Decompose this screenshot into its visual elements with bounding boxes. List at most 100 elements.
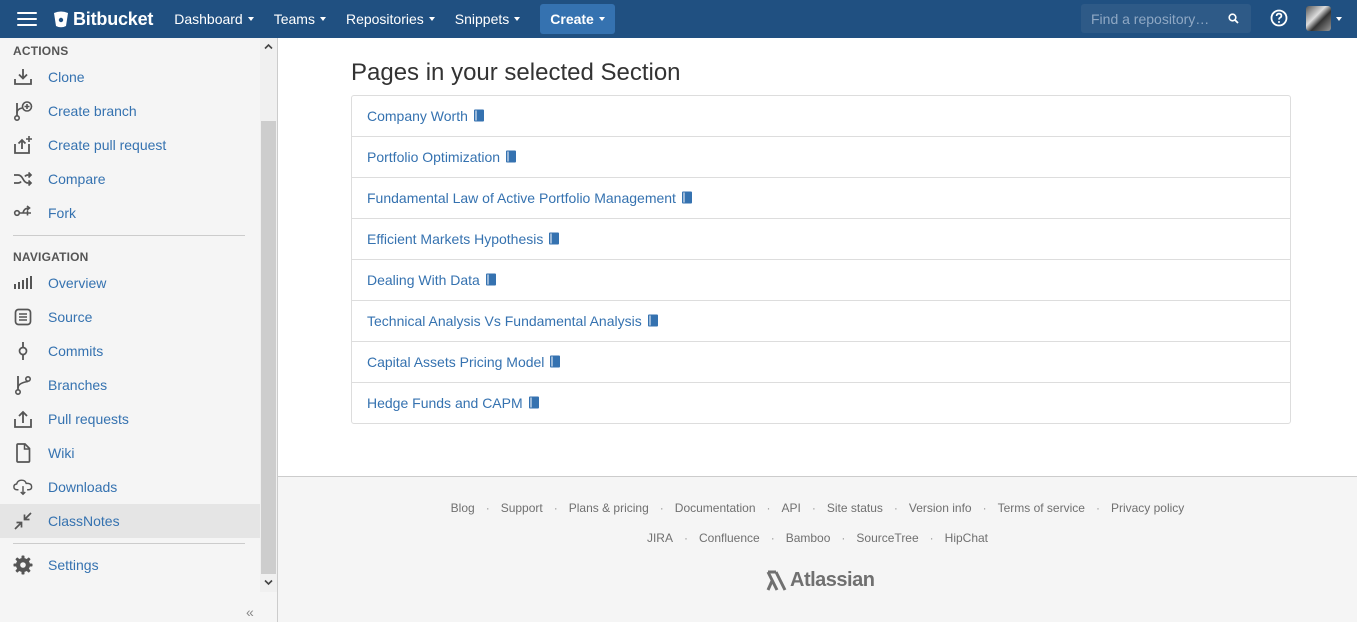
footer-link-version-info[interactable]: Version info	[909, 501, 972, 515]
footer-link-sourcetree[interactable]: SourceTree	[856, 531, 918, 545]
sidebar-item-clone[interactable]: Clone	[0, 60, 260, 94]
gear-icon	[13, 555, 33, 575]
collapse-arrows-icon	[13, 511, 33, 531]
sidebar-item-label: Commits	[48, 343, 104, 359]
pull-request-icon	[13, 409, 33, 429]
footer-separator: ·	[929, 531, 934, 545]
sidebar-item-create-pull-request[interactable]: Create pull request	[0, 128, 260, 162]
atlassian-logo-text: Atlassian	[790, 569, 875, 591]
sidebar-item-classnotes[interactable]: ClassNotes	[0, 504, 260, 538]
footer-links-primary: Blog · Support · Plans & pricing · Document…	[278, 501, 1357, 515]
top-navigation-bar: Bitbucket Dashboard Teams Repositories S…	[0, 0, 1357, 38]
footer-link-hipchat[interactable]: HipChat	[945, 531, 988, 545]
page-link-company-worth[interactable]: Company Worth	[352, 96, 1290, 137]
atlassian-logo[interactable]: Atlassian	[766, 569, 875, 592]
branch-icon	[13, 375, 33, 395]
footer-link-bamboo[interactable]: Bamboo	[786, 531, 831, 545]
avatar	[1306, 6, 1331, 31]
chevron-down-icon	[598, 17, 605, 21]
nav-dashboard-label: Dashboard	[174, 11, 243, 27]
footer-link-blog[interactable]: Blog	[451, 501, 475, 515]
create-button[interactable]: Create	[540, 4, 615, 34]
nav-repositories[interactable]: Repositories	[336, 0, 445, 38]
scroll-down-icon[interactable]	[264, 578, 273, 587]
sidebar-item-label: Branches	[48, 377, 108, 393]
search-input[interactable]	[1091, 10, 1221, 27]
sidebar-item-label: Compare	[48, 171, 106, 187]
sidebar-item-overview[interactable]: Overview	[0, 266, 260, 300]
sidebar-item-label: Create pull request	[48, 137, 167, 153]
footer-link-documentation[interactable]: Documentation	[675, 501, 756, 515]
repository-sidebar: ACTIONS Clone Create branch Create pull …	[0, 38, 278, 622]
sidebar-item-commits[interactable]: Commits	[0, 334, 260, 368]
footer-link-jira[interactable]: JIRA	[647, 531, 673, 545]
chevron-down-icon	[514, 17, 521, 21]
footer-separator: ·	[659, 501, 664, 515]
sidebar-item-downloads[interactable]: Downloads	[0, 470, 260, 504]
footer-link-api[interactable]: API	[782, 501, 801, 515]
sidebar-item-label: Fork	[48, 205, 76, 221]
navigation-heading: NAVIGATION	[13, 250, 89, 264]
page-link-label: Fundamental Law of Active Portfolio Mana…	[367, 190, 676, 206]
page-link-fundamental-law[interactable]: Fundamental Law of Active Portfolio Mana…	[352, 178, 1290, 219]
sidebar-scrollbar[interactable]	[260, 38, 277, 592]
search-icon[interactable]	[1228, 13, 1239, 24]
footer-separator: ·	[683, 531, 688, 545]
sidebar-item-label: Create branch	[48, 103, 137, 119]
create-button-label: Create	[550, 11, 594, 27]
footer-link-support[interactable]: Support	[501, 501, 543, 515]
pull-request-create-icon	[13, 135, 33, 155]
branch-add-icon	[13, 101, 33, 121]
fork-icon	[13, 203, 33, 223]
sidebar-item-settings[interactable]: Settings	[0, 548, 260, 582]
sidebar-item-label: Overview	[48, 275, 107, 291]
sidebar-item-create-branch[interactable]: Create branch	[0, 94, 260, 128]
footer-link-site-status[interactable]: Site status	[827, 501, 883, 515]
sidebar-scroll-area[interactable]: ACTIONS Clone Create branch Create pull …	[0, 38, 260, 592]
footer-separator: ·	[841, 531, 846, 545]
page-link-hedge-funds[interactable]: Hedge Funds and CAPM	[352, 383, 1290, 423]
sidebar-item-wiki[interactable]: Wiki	[0, 436, 260, 470]
page-footer: Blog · Support · Plans & pricing · Document…	[278, 476, 1357, 622]
sidebar-item-compare[interactable]: Compare	[0, 162, 260, 196]
scroll-up-icon[interactable]	[264, 42, 273, 51]
page-title: Pages in your selected Section	[351, 59, 681, 86]
help-icon[interactable]	[1270, 9, 1288, 27]
page-link-capm[interactable]: Capital Assets Pricing Model	[352, 342, 1290, 383]
page-link-technical-analysis[interactable]: Technical Analysis Vs Fundamental Analys…	[352, 301, 1290, 342]
bitbucket-logo[interactable]: Bitbucket	[53, 9, 153, 30]
nav-teams-label: Teams	[273, 11, 315, 27]
page-icon	[13, 443, 33, 463]
bitbucket-bucket-icon	[54, 11, 68, 27]
nav-dashboard[interactable]: Dashboard	[164, 0, 264, 38]
actions-heading: ACTIONS	[13, 44, 69, 58]
collapse-sidebar-button[interactable]: «	[246, 604, 254, 620]
page-link-portfolio-optimization[interactable]: Portfolio Optimization	[352, 137, 1290, 178]
footer-separator: ·	[553, 501, 558, 515]
sidebar-item-pull-requests[interactable]: Pull requests	[0, 402, 260, 436]
sidebar-divider	[13, 543, 245, 544]
sidebar-item-label: Downloads	[48, 479, 118, 495]
page-link-label: Portfolio Optimization	[367, 149, 501, 165]
page-link-efficient-markets[interactable]: Efficient Markets Hypothesis	[352, 219, 1290, 260]
hamburger-icon[interactable]	[17, 12, 37, 26]
nav-snippets[interactable]: Snippets	[445, 0, 530, 38]
sidebar-item-branches[interactable]: Branches	[0, 368, 260, 402]
sidebar-item-fork[interactable]: Fork	[0, 196, 260, 230]
commit-icon	[13, 341, 33, 361]
scrollbar-thumb[interactable]	[261, 121, 276, 574]
page-link-label: Company Worth	[367, 108, 468, 124]
footer-link-plans-pricing[interactable]: Plans & pricing	[569, 501, 649, 515]
sidebar-item-source[interactable]: Source	[0, 300, 260, 334]
nav-teams[interactable]: Teams	[264, 0, 336, 38]
footer-separator: ·	[893, 501, 898, 515]
footer-link-privacy[interactable]: Privacy policy	[1111, 501, 1184, 515]
user-menu[interactable]	[1306, 6, 1342, 31]
footer-separator: ·	[982, 501, 987, 515]
footer-separator: ·	[766, 501, 771, 515]
page-link-dealing-with-data[interactable]: Dealing With Data	[352, 260, 1290, 301]
nav-repositories-label: Repositories	[345, 11, 424, 27]
footer-link-confluence[interactable]: Confluence	[699, 531, 760, 545]
footer-link-terms[interactable]: Terms of service	[998, 501, 1085, 515]
chevron-down-icon	[319, 17, 326, 21]
